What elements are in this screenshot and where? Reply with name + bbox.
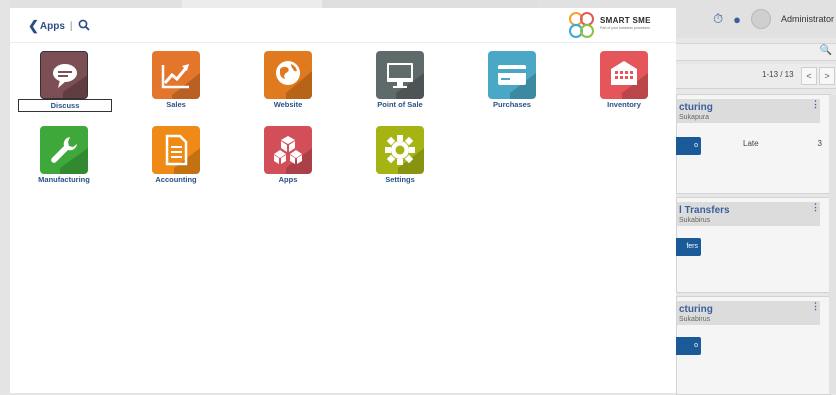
card-title: l Transfers bbox=[679, 205, 730, 216]
card-menu-icon[interactable]: ⋮ bbox=[811, 301, 820, 312]
card-header: l Transfers Sukabirus bbox=[677, 202, 820, 226]
chat-icon[interactable] bbox=[40, 51, 88, 99]
card-late-label[interactable]: Late bbox=[743, 139, 759, 148]
card-button[interactable]: fers bbox=[673, 238, 701, 256]
pager-prev-button[interactable]: < bbox=[801, 67, 817, 85]
apps-back-link[interactable]: Apps bbox=[40, 21, 65, 32]
logo-mark-icon bbox=[569, 12, 594, 38]
app-point-of-sale[interactable]: Point of Sale bbox=[348, 51, 452, 127]
kanban-card[interactable]: cturing Sukapura ⋮ o Late 3 bbox=[673, 94, 831, 194]
card-subtitle: Sukabirus bbox=[679, 316, 711, 323]
apps-nav: ❮ Apps | bbox=[28, 18, 90, 34]
left-strip bbox=[0, 0, 10, 393]
app-label[interactable]: Purchases bbox=[460, 100, 564, 109]
monitor-icon[interactable] bbox=[376, 51, 424, 99]
card-button[interactable]: o bbox=[673, 337, 701, 355]
app-discuss[interactable]: Discuss bbox=[12, 51, 116, 127]
apps-menu-panel: ❮ Apps | SMART SME Part of your business… bbox=[10, 0, 676, 393]
document-icon[interactable] bbox=[152, 126, 200, 174]
app-label[interactable]: Discuss bbox=[18, 99, 112, 112]
app-label[interactable]: Website bbox=[236, 100, 340, 109]
app-website[interactable]: Website bbox=[236, 51, 340, 127]
scroll-strip bbox=[829, 95, 836, 393]
card-button[interactable]: o bbox=[673, 137, 701, 155]
activity-icon[interactable]: ⏱ bbox=[713, 11, 723, 27]
pager: 1-13 / 13 < > bbox=[676, 64, 836, 89]
card-subtitle: Sukabirus bbox=[679, 217, 711, 224]
card-icon[interactable] bbox=[488, 51, 536, 99]
kanban-card[interactable]: l Transfers Sukabirus ⋮ fers bbox=[673, 197, 831, 293]
logo-text: SMART SME bbox=[600, 16, 651, 25]
app-label[interactable]: Point of Sale bbox=[348, 100, 452, 109]
avatar[interactable] bbox=[750, 9, 771, 29]
app-label[interactable]: Apps bbox=[236, 175, 340, 184]
search-icon[interactable] bbox=[78, 19, 90, 34]
card-menu-icon[interactable]: ⋮ bbox=[811, 99, 820, 110]
app-apps[interactable]: Apps bbox=[236, 126, 340, 202]
app-purchases[interactable]: Purchases bbox=[460, 51, 564, 127]
nav-separator: | bbox=[69, 20, 73, 32]
card-header: cturing Sukapura bbox=[677, 99, 820, 123]
globe-icon[interactable] bbox=[264, 51, 312, 99]
app-label[interactable]: Manufacturing bbox=[12, 175, 116, 184]
app-label[interactable]: Accounting bbox=[124, 175, 228, 184]
card-title: cturing bbox=[679, 304, 713, 315]
chevron-left-icon[interactable]: ❮ bbox=[28, 18, 39, 34]
app-label[interactable]: Settings bbox=[348, 175, 452, 184]
app-settings[interactable]: Settings bbox=[348, 126, 452, 202]
apps-menu-header: ❮ Apps | SMART SME Part of your business… bbox=[10, 8, 676, 43]
search-icon[interactable]: 🔍 bbox=[820, 45, 832, 56]
app-sales[interactable]: Sales bbox=[124, 51, 228, 127]
topbar-right: ⏱ ● Administrator bbox=[713, 0, 836, 38]
pager-text: 1-13 / 13 bbox=[762, 70, 794, 79]
card-menu-icon[interactable]: ⋮ bbox=[811, 202, 820, 213]
panel-top-divider bbox=[322, 0, 538, 8]
app-label[interactable]: Sales bbox=[124, 100, 228, 109]
cubes-icon[interactable] bbox=[264, 126, 312, 174]
card-header: cturing Sukabirus bbox=[677, 301, 820, 325]
trend-chart-icon[interactable] bbox=[152, 51, 200, 99]
gear-icon[interactable] bbox=[376, 126, 424, 174]
card-subtitle: Sukapura bbox=[679, 114, 709, 121]
warehouse-icon[interactable] bbox=[600, 51, 648, 99]
logo-tagline: Part of your business processes bbox=[600, 26, 650, 30]
background-search-bar[interactable]: 🔍 bbox=[676, 43, 836, 61]
app-inventory[interactable]: Inventory bbox=[572, 51, 676, 127]
chat-bubble-icon[interactable]: ● bbox=[733, 12, 741, 27]
user-name[interactable]: Administrator bbox=[781, 14, 834, 24]
pager-next-button[interactable]: > bbox=[819, 67, 835, 85]
card-late-count[interactable]: 3 bbox=[818, 139, 822, 148]
app-manufacturing[interactable]: Manufacturing bbox=[12, 126, 116, 202]
card-title: cturing bbox=[679, 102, 713, 113]
wrench-icon[interactable] bbox=[40, 126, 88, 174]
app-accounting[interactable]: Accounting bbox=[124, 126, 228, 202]
kanban-card[interactable]: cturing Sukabirus ⋮ o bbox=[673, 296, 831, 395]
company-logo: SMART SME Part of your business processe… bbox=[566, 10, 660, 40]
app-label[interactable]: Inventory bbox=[572, 100, 676, 109]
